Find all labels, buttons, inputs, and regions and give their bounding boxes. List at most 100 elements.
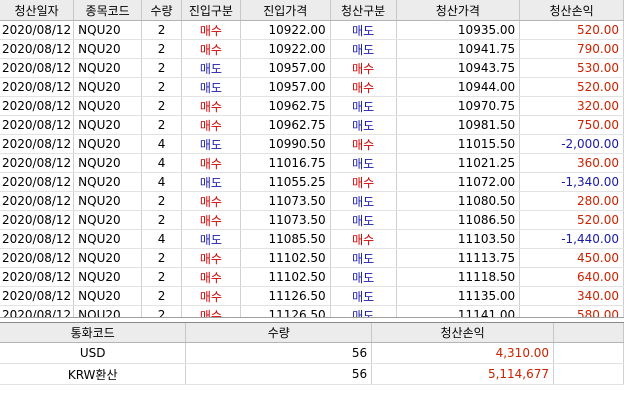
summary-row[interactable]: USD 56 4,310.00 xyxy=(0,342,624,364)
summary-header-blank xyxy=(553,323,624,343)
table-row[interactable]: 2020/08/12 NQU20 2 매수 10962.75 매도 10981.50 750.… xyxy=(0,115,624,135)
header-entry-price[interactable]: 진입가격 xyxy=(240,0,331,21)
cell-close-date: 2020/08/12 xyxy=(0,267,75,287)
summary-cell-currency: USD xyxy=(0,342,187,364)
table-row[interactable]: 2020/08/12 NQU20 2 매수 10922.00 매도 10935.00 520.… xyxy=(0,20,624,40)
cell-exit-price: 10981.50 xyxy=(396,115,521,135)
cell-close-date: 2020/08/12 xyxy=(0,153,75,173)
cell-pnl: 520.00 xyxy=(519,210,624,230)
cell-entry-price: 10957.00 xyxy=(240,77,331,97)
cell-entry-price: 11073.50 xyxy=(240,210,331,230)
header-close-date[interactable]: 청산일자 xyxy=(0,0,75,21)
closed-trades-table: 청산일자 종목코드 수량 진입구분 진입가격 청산구분 청산가격 청산손익 20… xyxy=(0,0,624,317)
table-row[interactable]: 2020/08/12 NQU20 2 매수 11126.50 매도 11135.00 340.… xyxy=(0,286,624,306)
cell-close-date: 2020/08/12 xyxy=(0,286,75,306)
summary-table: 통화코드 수량 청산손익 USD 56 4,310.00 KRW환산 56 5,114,6… xyxy=(0,323,624,385)
cell-exit-price: 10944.00 xyxy=(396,77,521,97)
summary-cell-pnl: 5,114,677 xyxy=(371,363,555,385)
cell-exit-type: 매도 xyxy=(330,267,397,287)
cell-quantity: 2 xyxy=(141,96,182,116)
closed-trades-grid: 청산일자 종목코드 수량 진입구분 진입가격 청산구분 청산가격 청산손익 20… xyxy=(0,0,624,318)
cell-exit-price: 10970.75 xyxy=(396,96,521,116)
trade-history-panel: 청산일자 종목코드 수량 진입구분 진입가격 청산구분 청산가격 청산손익 20… xyxy=(0,0,624,405)
cell-quantity: 2 xyxy=(141,286,182,306)
cell-close-date: 2020/08/12 xyxy=(0,210,75,230)
cell-quantity: 2 xyxy=(141,191,182,211)
cell-entry-price: 11073.50 xyxy=(240,191,331,211)
table-row[interactable]: 2020/08/12 NQU20 2 매수 11102.50 매도 11113.75 450.… xyxy=(0,248,624,268)
header-pnl[interactable]: 청산손익 xyxy=(519,0,624,21)
summary-header-row: 통화코드 수량 청산손익 xyxy=(0,323,624,343)
summary-header-currency[interactable]: 통화코드 xyxy=(0,323,187,343)
cell-exit-type: 매수 xyxy=(330,229,397,249)
cell-close-date: 2020/08/12 xyxy=(0,248,75,268)
cell-exit-price: 11113.75 xyxy=(396,248,521,268)
cell-quantity: 4 xyxy=(141,229,182,249)
table-row[interactable]: 2020/08/12 NQU20 2 매수 11126.50 매도 11141.00 580.… xyxy=(0,305,624,317)
cell-exit-type: 매도 xyxy=(330,210,397,230)
cell-exit-type: 매수 xyxy=(330,172,397,192)
cell-exit-type: 매도 xyxy=(330,248,397,268)
cell-entry-price: 10957.00 xyxy=(240,58,331,78)
cell-pnl: -2,000.00 xyxy=(519,134,624,154)
cell-pnl: 340.00 xyxy=(519,286,624,306)
cell-entry-type: 매수 xyxy=(181,267,241,287)
cell-close-date: 2020/08/12 xyxy=(0,77,75,97)
cell-entry-type: 매도 xyxy=(181,229,241,249)
cell-close-date: 2020/08/12 xyxy=(0,96,75,116)
header-quantity[interactable]: 수량 xyxy=(141,0,182,21)
cell-entry-type: 매수 xyxy=(181,210,241,230)
cell-symbol-code: NQU20 xyxy=(73,229,143,249)
cell-entry-price: 11055.25 xyxy=(240,172,331,192)
cell-entry-price: 11016.75 xyxy=(240,153,331,173)
cell-symbol-code: NQU20 xyxy=(73,210,143,230)
cell-entry-price: 10962.75 xyxy=(240,115,331,135)
cell-entry-type: 매수 xyxy=(181,305,241,317)
table-row[interactable]: 2020/08/12 NQU20 2 매도 10957.00 매수 10943.75 530.… xyxy=(0,58,624,78)
cell-entry-type: 매도 xyxy=(181,58,241,78)
summary-header-pnl[interactable]: 청산손익 xyxy=(371,323,555,343)
cell-pnl: -1,340.00 xyxy=(519,172,624,192)
cell-entry-price: 11102.50 xyxy=(240,248,331,268)
cell-close-date: 2020/08/12 xyxy=(0,58,75,78)
cell-entry-type: 매수 xyxy=(181,248,241,268)
cell-symbol-code: NQU20 xyxy=(73,77,143,97)
summary-header-quantity[interactable]: 수량 xyxy=(185,323,373,343)
cell-quantity: 2 xyxy=(141,210,182,230)
cell-entry-type: 매도 xyxy=(181,77,241,97)
table-row[interactable]: 2020/08/12 NQU20 4 매수 11016.75 매도 11021.25 360.… xyxy=(0,153,624,173)
cell-pnl: 520.00 xyxy=(519,20,624,40)
cell-exit-price: 10941.75 xyxy=(396,39,521,59)
cell-entry-price: 11102.50 xyxy=(240,267,331,287)
cell-exit-price: 11021.25 xyxy=(396,153,521,173)
table-row[interactable]: 2020/08/12 NQU20 4 매도 10990.50 매수 11015.50 -2,0… xyxy=(0,134,624,154)
cell-exit-type: 매도 xyxy=(330,20,397,40)
table-row[interactable]: 2020/08/12 NQU20 2 매도 10957.00 매수 10944.00 520.… xyxy=(0,77,624,97)
cell-exit-price: 10943.75 xyxy=(396,58,521,78)
table-row[interactable]: 2020/08/12 NQU20 2 매수 10922.00 매도 10941.75 790.… xyxy=(0,39,624,59)
table-row[interactable]: 2020/08/12 NQU20 4 매도 11055.25 매수 11072.00 -1,3… xyxy=(0,172,624,192)
table-row[interactable]: 2020/08/12 NQU20 2 매수 11073.50 매도 11086.50 520.… xyxy=(0,210,624,230)
header-symbol-code[interactable]: 종목코드 xyxy=(73,0,143,21)
summary-row[interactable]: KRW환산 56 5,114,677 xyxy=(0,363,624,385)
table-row[interactable]: 2020/08/12 NQU20 2 매수 10962.75 매도 10970.75 320.… xyxy=(0,96,624,116)
cell-exit-type: 매수 xyxy=(330,77,397,97)
cell-symbol-code: NQU20 xyxy=(73,96,143,116)
cell-entry-type: 매수 xyxy=(181,153,241,173)
header-exit-price[interactable]: 청산가격 xyxy=(396,0,521,21)
cell-quantity: 4 xyxy=(141,172,182,192)
summary-grid: 통화코드 수량 청산손익 USD 56 4,310.00 KRW환산 56 5,114,6… xyxy=(0,322,624,406)
cell-quantity: 2 xyxy=(141,58,182,78)
cell-symbol-code: NQU20 xyxy=(73,172,143,192)
cell-entry-type: 매수 xyxy=(181,39,241,59)
header-exit-type[interactable]: 청산구분 xyxy=(330,0,397,21)
cell-entry-price: 11126.50 xyxy=(240,286,331,306)
cell-symbol-code: NQU20 xyxy=(73,267,143,287)
summary-cell-blank xyxy=(553,363,624,385)
table-row[interactable]: 2020/08/12 NQU20 2 매수 11073.50 매도 11080.50 280.… xyxy=(0,191,624,211)
header-entry-type[interactable]: 진입구분 xyxy=(181,0,241,21)
cell-pnl: 450.00 xyxy=(519,248,624,268)
table-row[interactable]: 2020/08/12 NQU20 4 매도 11085.50 매수 11103.50 -1,4… xyxy=(0,229,624,249)
cell-symbol-code: NQU20 xyxy=(73,39,143,59)
table-row[interactable]: 2020/08/12 NQU20 2 매수 11102.50 매도 11118.50 640.… xyxy=(0,267,624,287)
